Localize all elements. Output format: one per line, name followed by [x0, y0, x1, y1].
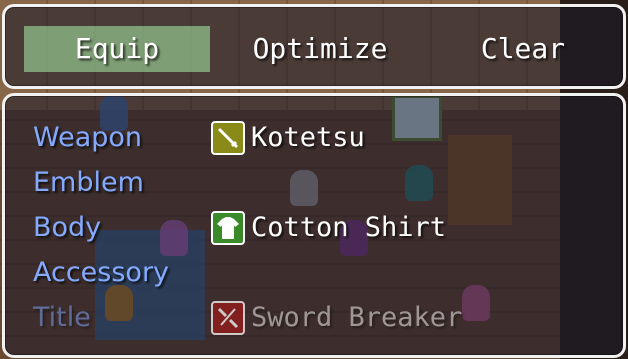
slot-label-emblem: Emblem — [33, 167, 144, 198]
slot-label-body: Body — [33, 212, 102, 243]
slot-row-title: Title Sword Breaker — [33, 298, 613, 338]
broken-sword-icon — [211, 301, 245, 335]
slot-row-weapon[interactable]: Weapon Kotetsu — [33, 118, 613, 158]
slot-row-accessory[interactable]: Accessory — [33, 253, 613, 293]
slot-label-weapon: Weapon — [33, 122, 143, 153]
clear-command[interactable]: Clear — [430, 26, 616, 72]
equipped-item-title: Sword Breaker — [251, 302, 463, 333]
sword-icon — [211, 121, 245, 155]
slot-row-body[interactable]: Body Cotton Shirt — [33, 208, 613, 248]
command-window: Equip Optimize Clear — [2, 4, 626, 89]
slot-label-title: Title — [33, 302, 91, 333]
optimize-command[interactable]: Optimize — [227, 26, 413, 72]
slot-label-accessory: Accessory — [33, 257, 170, 288]
equip-command[interactable]: Equip — [24, 26, 210, 72]
slot-row-emblem[interactable]: Emblem — [33, 163, 613, 203]
equipped-item-body: Cotton Shirt — [251, 212, 447, 243]
equipment-slot-window: Weapon Kotetsu Emblem Body Cotton Shirt … — [2, 93, 626, 358]
shirt-icon — [211, 211, 245, 245]
equipped-item-weapon: Kotetsu — [251, 122, 365, 153]
